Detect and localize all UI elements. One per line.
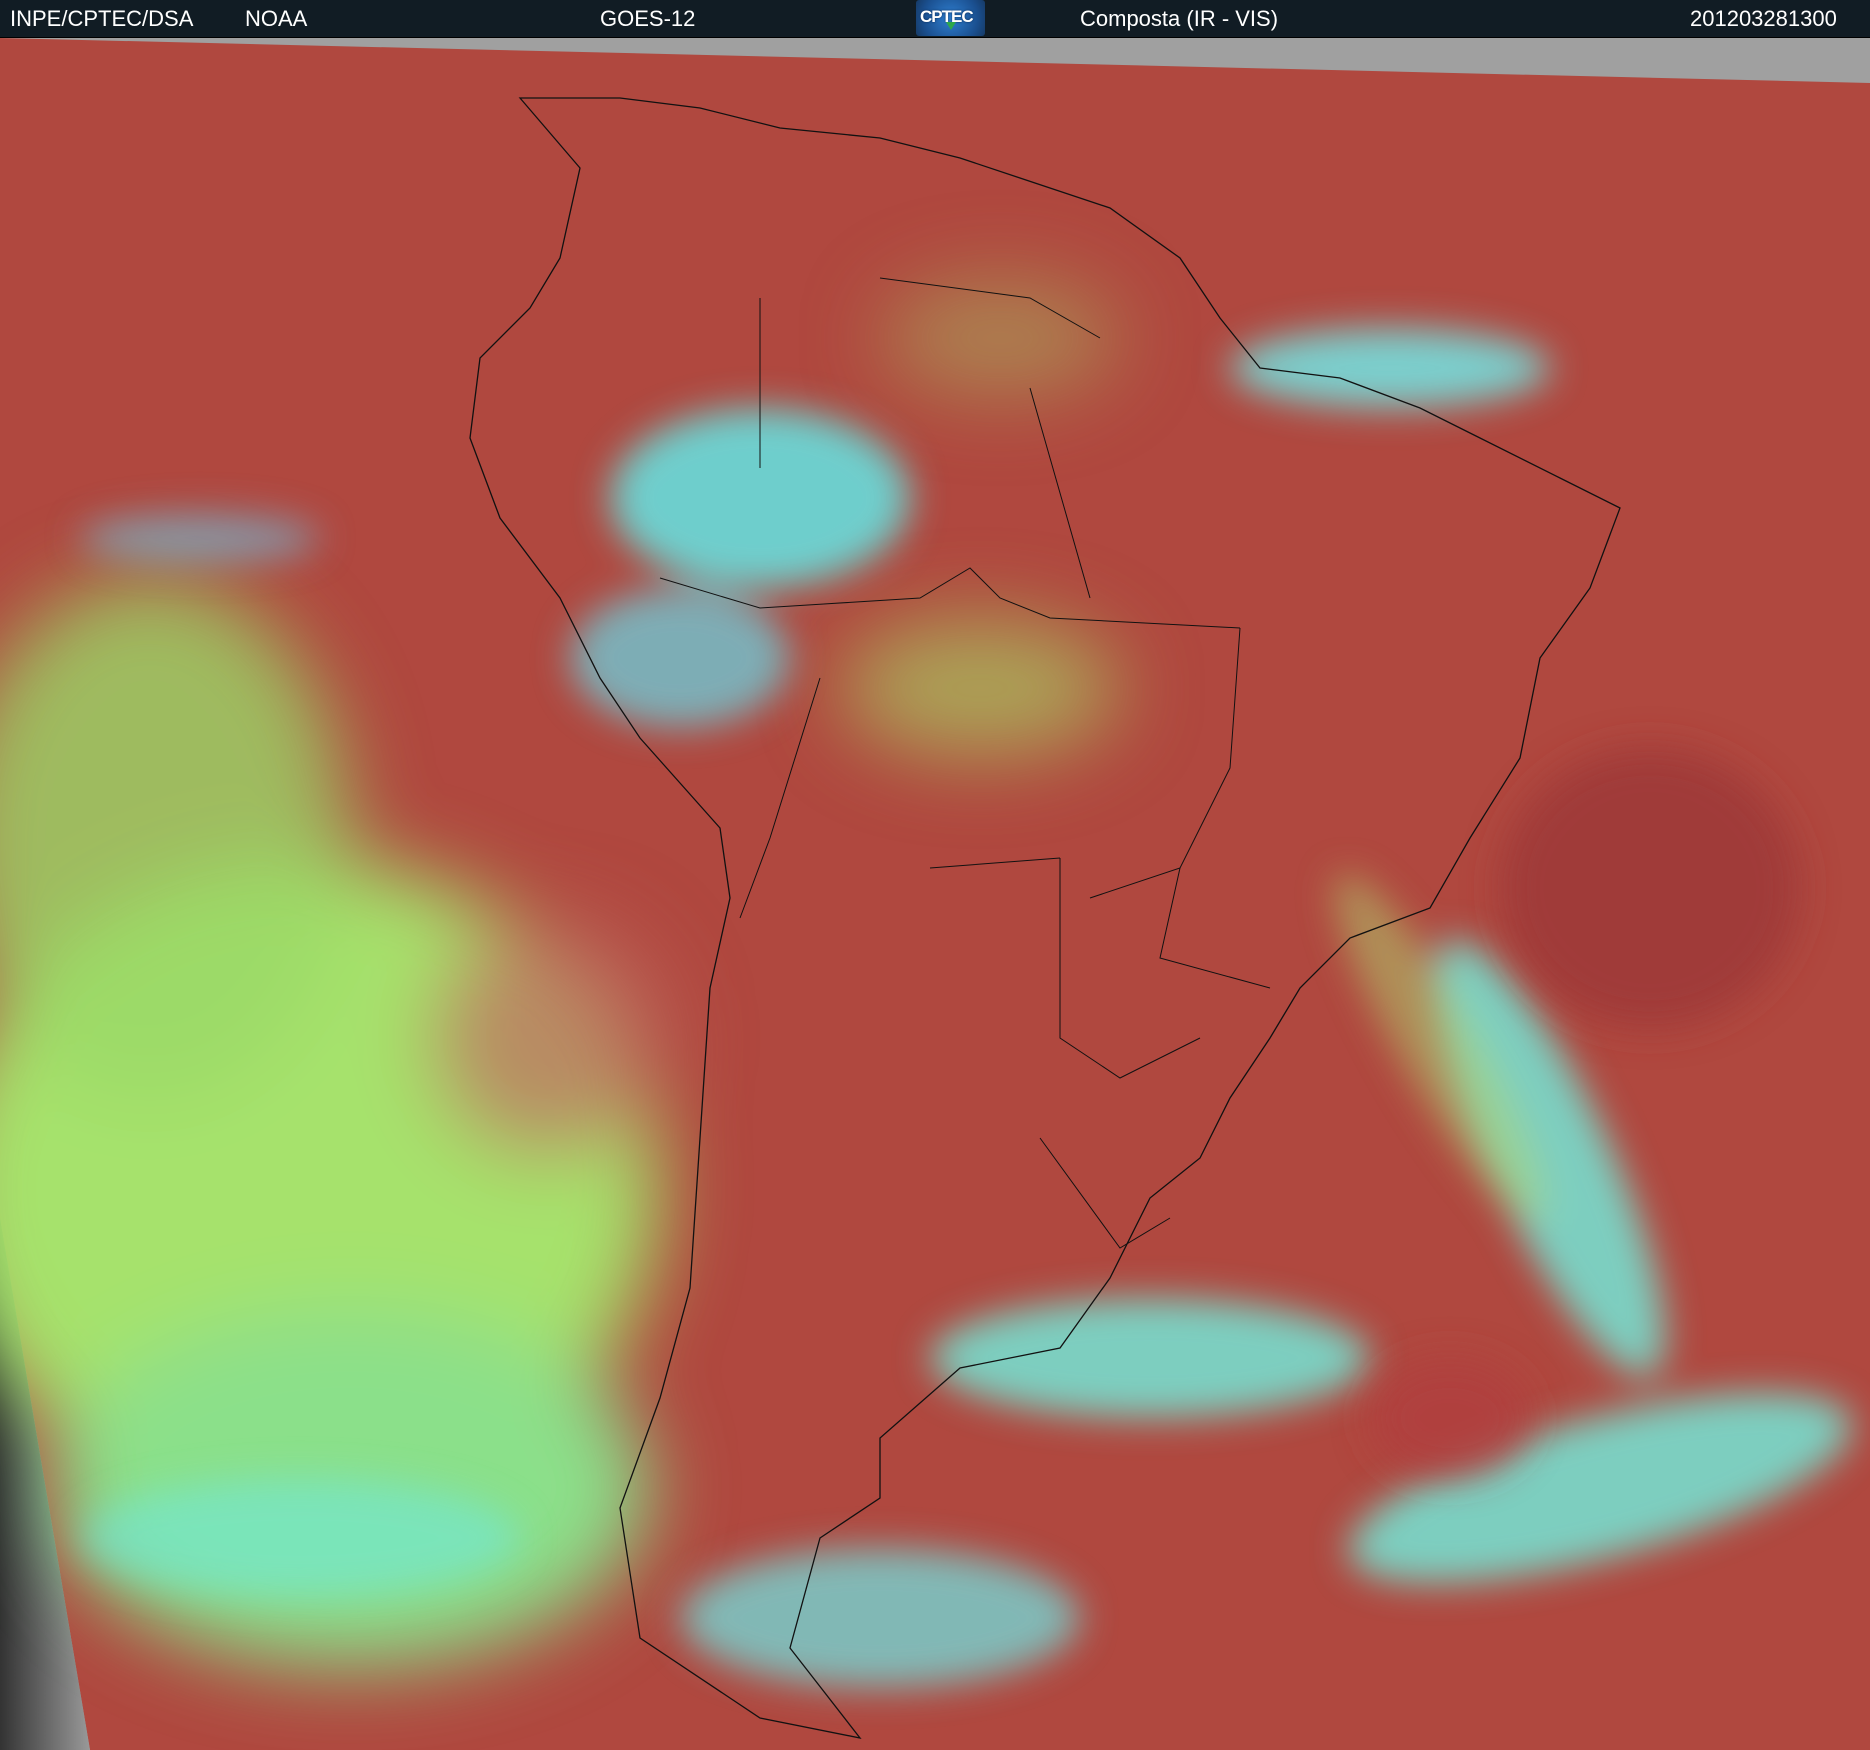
agency-label: NOAA: [245, 6, 308, 31]
cptec-logo: CPTEC: [916, 0, 985, 36]
logo-triangle-icon: [946, 22, 956, 30]
institution-label: INPE/CPTEC/DSA: [10, 6, 194, 31]
product-label: Composta (IR - VIS): [1080, 6, 1279, 31]
timestamp-label: 201203281300: [1690, 6, 1837, 31]
header-bar: INPE/CPTEC/DSA NOAA GOES-12 CPTEC Compos…: [0, 0, 1870, 38]
satellite-label: GOES-12: [600, 6, 696, 31]
satellite-image: [0, 38, 1870, 1750]
